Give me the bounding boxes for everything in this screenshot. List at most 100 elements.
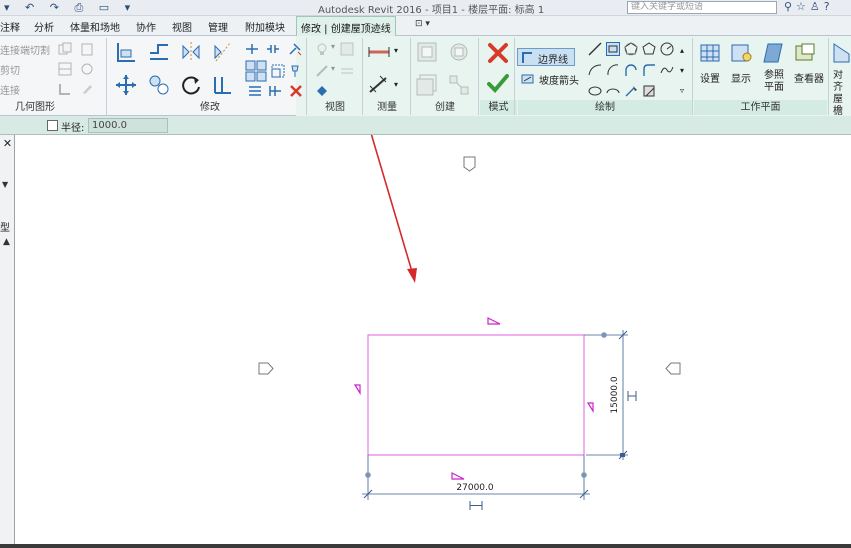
- slope-symbol-left[interactable]: [353, 384, 361, 396]
- slope-symbol-right[interactable]: [586, 402, 594, 414]
- paint-bucket-icon[interactable]: [315, 84, 329, 98]
- tab-annotate[interactable]: 注释: [0, 19, 20, 34]
- dimension-grip[interactable]: [365, 472, 371, 478]
- hide-dropdown[interactable]: ▾: [331, 42, 335, 51]
- rectangle-icon[interactable]: [606, 42, 620, 56]
- join-cut-label[interactable]: 连接端切割: [0, 42, 50, 57]
- slope-symbol-top[interactable]: [487, 317, 501, 325]
- pick-walls-icon[interactable]: [642, 84, 656, 98]
- join-label[interactable]: 连接: [0, 82, 20, 97]
- viewer-icon[interactable]: [794, 42, 816, 64]
- fillet-arc-icon[interactable]: [642, 63, 656, 77]
- tab-collaborate[interactable]: 协作: [136, 19, 156, 34]
- slope-arrow-button[interactable]: 坡度箭头: [517, 70, 585, 88]
- reference-plane-label[interactable]: 参照平面: [763, 70, 785, 94]
- tab-options-dropdown[interactable]: ⊡ ▾: [415, 19, 430, 29]
- copy-icon[interactable]: [58, 42, 72, 56]
- chevron-down-icon[interactable]: ▼: [2, 180, 8, 189]
- search-input[interactable]: 键入关键字或短语: [627, 1, 777, 14]
- roof-footprint-sketch[interactable]: [367, 334, 585, 456]
- split-icon[interactable]: [245, 42, 259, 56]
- viewer-label[interactable]: 查看器: [791, 70, 827, 85]
- measure-distance-icon[interactable]: [368, 41, 390, 63]
- trim-extend-icon[interactable]: [212, 74, 234, 96]
- tab-analyze[interactable]: 分析: [34, 19, 54, 34]
- circumscribed-polygon-icon[interactable]: [642, 42, 656, 56]
- elevation-marker-west[interactable]: [258, 362, 274, 375]
- linework-dropdown[interactable]: ▾: [331, 64, 335, 73]
- set-work-plane-icon[interactable]: [699, 42, 721, 64]
- create-similar-icon[interactable]: [448, 74, 470, 96]
- copy-element-icon[interactable]: [148, 74, 170, 96]
- override-graphics-icon[interactable]: [340, 42, 354, 56]
- trim-multiple-icon[interactable]: [268, 84, 282, 98]
- tangent-arc-icon[interactable]: [624, 63, 638, 77]
- cancel-edit-mode-icon[interactable]: [487, 42, 509, 64]
- slope-symbol-bottom[interactable]: [451, 472, 465, 480]
- cope-icon[interactable]: [58, 62, 72, 76]
- quick-access-toolbar[interactable]: ▾ ↶ ↷ ⎙ ▭ ▾: [4, 1, 136, 15]
- aligned-dimension-icon[interactable]: [368, 74, 390, 96]
- linework-icon[interactable]: [315, 64, 329, 78]
- unpin-icon[interactable]: [288, 42, 302, 56]
- create-parts-icon[interactable]: [448, 41, 470, 63]
- line-style-icon[interactable]: [340, 64, 354, 78]
- draw-scroll-up[interactable]: ▴: [680, 46, 684, 55]
- dimension-grip[interactable]: [620, 453, 625, 457]
- cut-label[interactable]: 剪切: [0, 62, 20, 77]
- partial-ellipse-icon[interactable]: [606, 84, 620, 98]
- align-eave-icon[interactable]: [832, 42, 851, 64]
- help-icons[interactable]: ⚲☆♙?: [784, 0, 834, 13]
- tab-massing-site[interactable]: 体量和场地: [70, 19, 120, 34]
- align-icon[interactable]: [115, 41, 137, 63]
- dimension-text-height[interactable]: 15000.0: [610, 376, 620, 413]
- move-icon[interactable]: [115, 74, 137, 96]
- pick-lines-icon[interactable]: [624, 84, 638, 98]
- show-work-plane-icon[interactable]: [730, 42, 752, 64]
- circle-icon[interactable]: [660, 42, 674, 56]
- array-icon[interactable]: [245, 60, 267, 82]
- draw-scroll-down[interactable]: ▾: [680, 66, 684, 75]
- paint-icon[interactable]: [80, 82, 94, 96]
- pin-icon[interactable]: [288, 64, 302, 78]
- draw-expand[interactable]: ▿: [680, 86, 684, 95]
- set-label[interactable]: 设置: [698, 70, 722, 85]
- wall-join-icon[interactable]: [58, 82, 72, 96]
- drawing-area[interactable]: 15000.0 27000.0: [16, 135, 851, 548]
- measure-dropdown[interactable]: ▾: [394, 46, 398, 55]
- inscribed-polygon-icon[interactable]: [624, 42, 638, 56]
- scale-icon[interactable]: [271, 64, 285, 78]
- cut-geometry-icon[interactable]: [80, 62, 94, 76]
- dimension-dropdown[interactable]: ▾: [394, 80, 398, 89]
- boundary-line-button[interactable]: 边界线: [517, 48, 575, 66]
- lock-dimension-icon[interactable]: [469, 501, 483, 510]
- dimension-text-width[interactable]: 27000.0: [456, 483, 493, 493]
- create-assembly-icon[interactable]: [416, 41, 438, 63]
- lock-dimension-icon[interactable]: [627, 391, 637, 401]
- create-group-icon[interactable]: [416, 74, 438, 96]
- mirror-axis-icon[interactable]: [180, 41, 202, 63]
- elevation-marker-north[interactable]: [463, 156, 476, 172]
- ellipse-icon[interactable]: [588, 84, 602, 98]
- rotate-icon[interactable]: [180, 74, 202, 96]
- tab-view[interactable]: 视图: [172, 19, 192, 34]
- finish-edit-mode-icon[interactable]: [487, 72, 509, 94]
- tab-addins[interactable]: 附加模块: [245, 19, 285, 34]
- reference-plane-icon[interactable]: [762, 42, 784, 64]
- radius-input[interactable]: 1000.0: [88, 118, 168, 133]
- start-end-arc-icon[interactable]: [588, 63, 602, 77]
- line-icon[interactable]: [588, 42, 602, 56]
- elevation-marker-east[interactable]: [665, 362, 681, 375]
- align-eave-label[interactable]: 对齐屋檐: [833, 70, 851, 118]
- delete-icon[interactable]: [289, 84, 303, 98]
- center-end-arc-icon[interactable]: [606, 63, 620, 77]
- spline-icon[interactable]: [660, 63, 674, 77]
- close-icon[interactable]: ✕: [0, 138, 15, 151]
- offset-icon[interactable]: [148, 41, 170, 63]
- radius-checkbox[interactable]: [47, 120, 58, 131]
- tab-modify-roof-footprint[interactable]: 修改 | 创建屋顶迹线: [296, 16, 396, 37]
- show-label[interactable]: 显示: [729, 70, 753, 85]
- mirror-draw-icon[interactable]: [212, 41, 234, 63]
- lightbulb-icon[interactable]: [315, 42, 329, 56]
- dimension-grip[interactable]: [601, 332, 607, 338]
